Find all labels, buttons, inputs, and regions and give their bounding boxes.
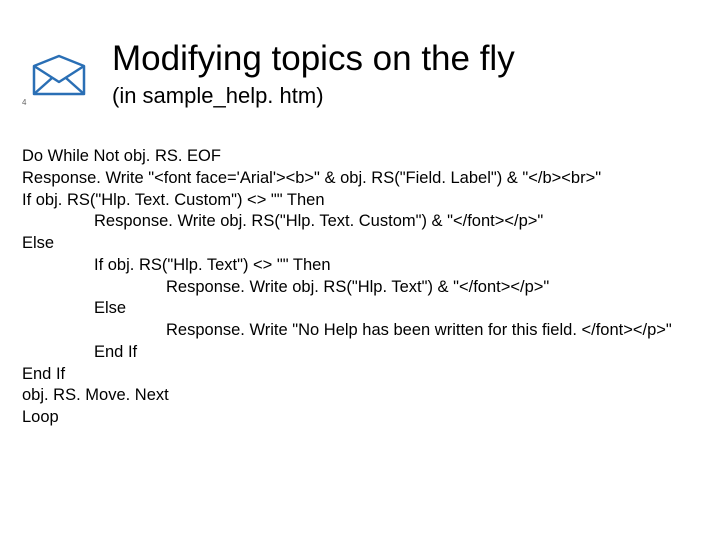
- code-block: Do While Not obj. RS. EOF Response. Writ…: [22, 146, 698, 429]
- code-line: Else: [94, 298, 698, 320]
- code-line: Do While Not obj. RS. EOF: [22, 146, 698, 168]
- code-line: If obj. RS("Hlp. Text. Custom") <> "" Th…: [22, 190, 698, 212]
- code-line: Response. Write obj. RS("Hlp. Text") & "…: [166, 277, 698, 299]
- page-title: Modifying topics on the fly: [112, 40, 690, 79]
- slide: 4 Modifying topics on the fly (in sample…: [0, 0, 720, 540]
- header: Modifying topics on the fly (in sample_h…: [112, 40, 690, 109]
- page-subtitle: (in sample_help. htm): [112, 83, 690, 109]
- code-line: Else: [22, 233, 698, 255]
- code-line: End If: [22, 364, 698, 386]
- code-line: End If: [94, 342, 698, 364]
- code-line: If obj. RS("Hlp. Text") <> "" Then: [94, 255, 698, 277]
- code-line: obj. RS. Move. Next: [22, 385, 698, 407]
- code-line: Response. Write "No Help has been writte…: [166, 320, 698, 342]
- code-line: Loop: [22, 407, 698, 429]
- envelope-icon: [30, 54, 88, 105]
- code-line: Response. Write obj. RS("Hlp. Text. Cust…: [94, 211, 698, 233]
- page-number: 4: [22, 98, 26, 107]
- code-line: Response. Write "<font face='Arial'><b>"…: [22, 168, 698, 190]
